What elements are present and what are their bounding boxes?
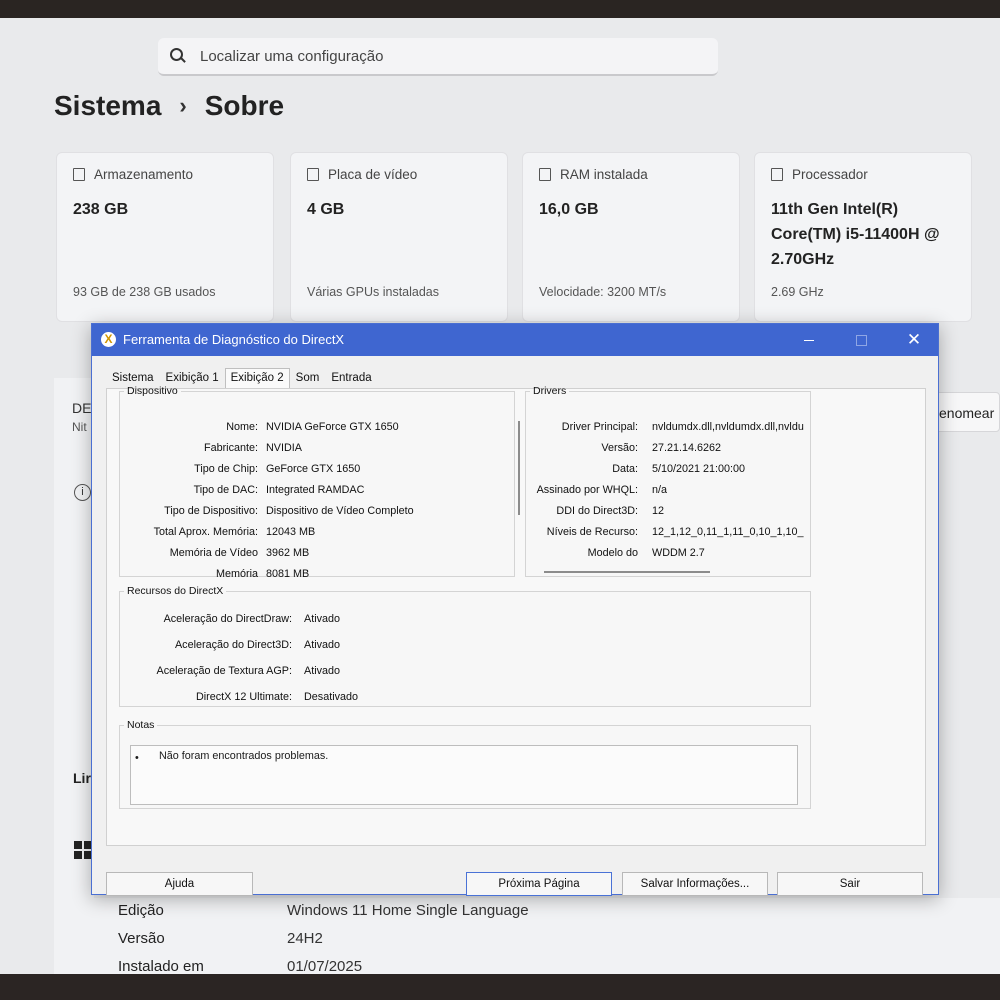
search-box[interactable]: Localizar uma configuração xyxy=(158,38,718,76)
dialog-title: Ferramenta de Diagnóstico do DirectX xyxy=(123,332,345,347)
storage-icon xyxy=(73,168,85,181)
windows-logo-icon xyxy=(74,841,92,859)
notes-textbox[interactable]: • Não foram encontrados problemas. xyxy=(130,745,798,805)
save-information-button[interactable]: Salvar Informações... xyxy=(622,872,768,896)
chevron-right-icon: › xyxy=(179,93,187,118)
card-label: Placa de vídeo xyxy=(328,167,418,182)
device-group: Dispositivo Nome: NVIDIA GeForce GTX 1650… xyxy=(119,385,520,580)
card-sub: 93 GB de 238 GB usados xyxy=(73,285,216,299)
breadcrumb-parent[interactable]: Sistema xyxy=(54,90,161,122)
search-icon xyxy=(170,48,186,64)
spec-value: Windows 11 Home Single Language xyxy=(287,902,529,919)
card-value: 238 GB xyxy=(73,201,129,218)
gpu-icon xyxy=(307,168,319,181)
section-heading: Lir xyxy=(73,770,91,786)
processor-card[interactable]: Processador 11th Gen Intel(R) Core(TM) i… xyxy=(754,152,972,322)
notes-bullet: • xyxy=(135,752,139,764)
card-value: 11th Gen Intel(R) Core(TM) i5-11400H @ 2… xyxy=(771,201,940,268)
device-scrollbar[interactable] xyxy=(518,421,520,515)
notes-legend: Notas xyxy=(127,719,155,731)
ram-card[interactable]: RAM instalada 16,0 GB Velocidade: 3200 M… xyxy=(522,152,740,322)
close-button[interactable]: ✕ xyxy=(894,328,934,352)
card-sub: 2.69 GHz xyxy=(771,285,824,299)
drivers-scrollbar[interactable] xyxy=(544,571,710,573)
notes-text: Não foram encontrados problemas. xyxy=(159,750,329,762)
card-value: 16,0 GB xyxy=(539,201,599,218)
spec-label: Versão xyxy=(118,930,165,947)
help-button[interactable]: Ajuda xyxy=(106,872,253,896)
spec-value: 01/07/2025 xyxy=(287,958,363,975)
drivers-legend: Drivers xyxy=(533,385,567,397)
next-page-button[interactable]: Próxima Página xyxy=(466,872,612,896)
spec-label: Instalado em xyxy=(118,958,204,975)
gpu-card[interactable]: Placa de vídeo 4 GB Várias GPUs instalad… xyxy=(290,152,508,322)
card-value: 4 GB xyxy=(307,201,345,218)
screen-bezel xyxy=(0,974,1000,1000)
directx-diagnostic-dialog: X Ferramenta de Diagnóstico do DirectX ✕… xyxy=(91,323,939,896)
directx-features-group: Recursos do DirectX Aceleração do Direct… xyxy=(119,585,811,707)
notes-group: Notas • Não foram encontrados problemas. xyxy=(119,719,811,809)
card-sub: Várias GPUs instaladas xyxy=(307,285,440,299)
page-title: Sobre xyxy=(204,90,285,121)
device-name: DE xyxy=(72,400,92,416)
spec-label: Edição xyxy=(118,902,164,919)
device-legend: Dispositivo xyxy=(127,385,178,397)
rename-button[interactable]: enomear xyxy=(930,392,1000,432)
breadcrumb: Sistema › Sobre xyxy=(54,90,284,122)
dialog-titlebar[interactable]: X Ferramenta de Diagnóstico do DirectX ✕ xyxy=(92,324,938,356)
drivers-group: Drivers Driver Principal: nvldumdx.dll,nv… xyxy=(525,385,811,577)
maximize-button[interactable] xyxy=(842,328,882,352)
minimize-button[interactable] xyxy=(790,328,830,352)
features-legend: Recursos do DirectX xyxy=(127,585,224,597)
ram-icon xyxy=(539,168,551,181)
card-label: Processador xyxy=(792,167,868,182)
storage-card[interactable]: Armazenamento 238 GB 93 GB de 238 GB usa… xyxy=(56,152,274,322)
search-placeholder: Localizar uma configuração xyxy=(200,47,384,65)
card-label: Armazenamento xyxy=(94,167,194,182)
tab-panel: Dispositivo Nome: NVIDIA GeForce GTX 1650… xyxy=(106,385,926,846)
exit-button[interactable]: Sair xyxy=(777,872,923,896)
directx-app-icon: X xyxy=(101,332,116,347)
windows-specs: Edição Windows 11 Home Single Language V… xyxy=(54,898,1000,976)
settings-window: Localizar uma configuração Sistema › Sob… xyxy=(0,18,1000,976)
card-sub: Velocidade: 3200 MT/s xyxy=(539,285,667,299)
card-label: RAM instalada xyxy=(560,167,648,182)
processor-icon xyxy=(771,168,783,181)
spec-value: 24H2 xyxy=(287,930,323,947)
